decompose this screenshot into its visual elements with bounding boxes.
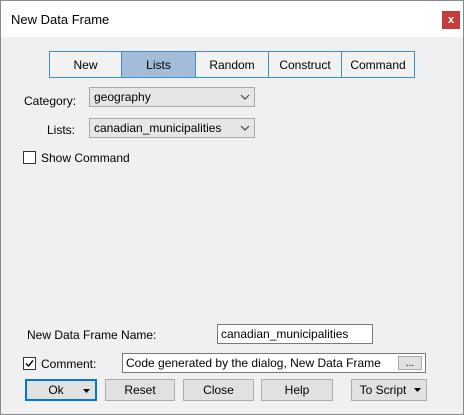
tab-label: Lists: [146, 57, 171, 72]
new-data-frame-name-input[interactable]: canadian_municipalities: [217, 324, 373, 344]
new-data-frame-name-value: canadian_municipalities: [221, 327, 349, 341]
tab-command[interactable]: Command: [342, 52, 414, 77]
ok-button[interactable]: Ok: [25, 379, 97, 401]
ok-label: Ok: [48, 383, 64, 397]
tab-label: New: [73, 57, 98, 72]
tab-strip: New Lists Random Construct Command: [49, 51, 415, 78]
title-bar: New Data Frame x: [1, 1, 463, 37]
close-button[interactable]: Close: [183, 379, 254, 401]
category-dropdown[interactable]: geography: [89, 87, 255, 107]
dropdown-arrow-icon: [414, 388, 421, 392]
lists-value: canadian_municipalities: [94, 121, 222, 135]
comment-input[interactable]: Code generated by the dialog, New Data F…: [122, 353, 426, 373]
to-script-button[interactable]: To Script: [351, 379, 427, 401]
show-command-label: Show Command: [41, 151, 130, 165]
tab-new[interactable]: New: [50, 52, 122, 77]
checkmark-icon: [25, 360, 34, 368]
tab-lists[interactable]: Lists: [122, 52, 196, 77]
window-title: New Data Frame: [11, 12, 110, 27]
comment-checkbox[interactable]: [23, 357, 36, 370]
reset-button[interactable]: Reset: [105, 379, 175, 401]
dropdown-arrow-icon: [83, 389, 90, 393]
lists-label: Lists:: [47, 123, 76, 137]
tab-label: Command: [350, 57, 406, 72]
new-data-frame-dialog: New Data Frame x New Lists Random Constr…: [0, 0, 464, 415]
comment-browse-button[interactable]: ...: [398, 356, 422, 370]
to-script-label: To Script: [359, 383, 407, 397]
reset-label: Reset: [124, 383, 156, 397]
comment-label: Comment:: [41, 357, 97, 371]
category-value: geography: [94, 90, 151, 104]
help-button[interactable]: Help: [261, 379, 333, 401]
comment-value: Code generated by the dialog, New Data F…: [126, 356, 381, 370]
new-data-frame-name-label: New Data Frame Name:: [27, 328, 157, 342]
tab-label: Random: [209, 57, 255, 72]
category-label: Category:: [24, 94, 77, 108]
tab-construct[interactable]: Construct: [269, 52, 342, 77]
ellipsis-icon: ...: [405, 357, 415, 369]
tab-random[interactable]: Random: [196, 52, 269, 77]
help-label: Help: [284, 383, 310, 397]
close-window-button[interactable]: x: [442, 11, 460, 29]
close-icon: x: [447, 14, 455, 26]
chevron-down-icon: [240, 125, 250, 131]
chevron-down-icon: [240, 94, 250, 100]
close-label: Close: [203, 383, 234, 397]
lists-dropdown[interactable]: canadian_municipalities: [89, 118, 255, 138]
show-command-checkbox[interactable]: [23, 151, 36, 164]
tab-label: Construct: [279, 57, 331, 72]
